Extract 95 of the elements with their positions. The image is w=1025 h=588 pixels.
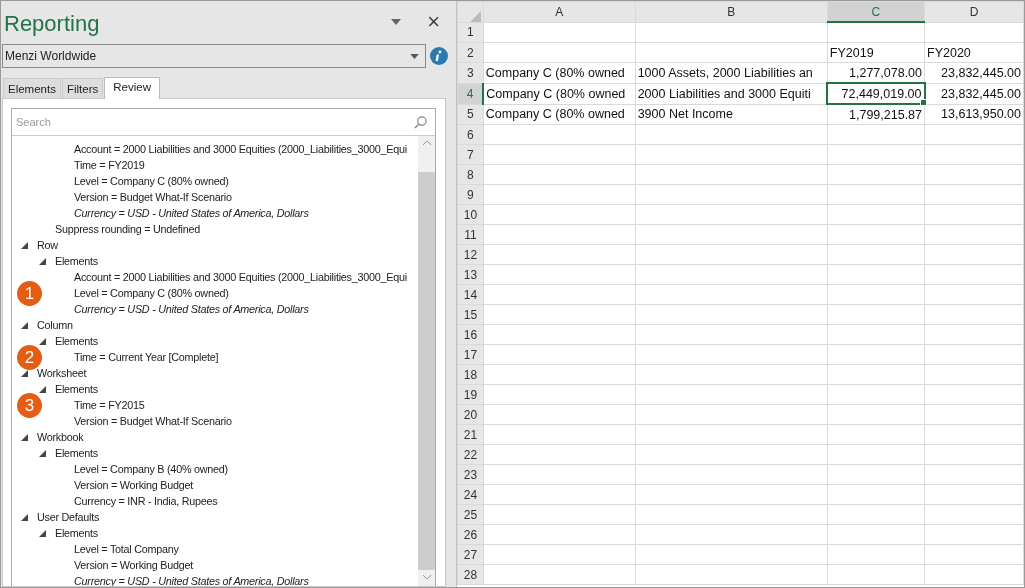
row-header[interactable]: 25 [457, 504, 484, 525]
table-cell[interactable]: Company C (80% owned [483, 104, 636, 125]
row-header[interactable]: 10 [457, 204, 484, 225]
tree-item[interactable]: Worksheet [37, 367, 87, 379]
tree-item[interactable]: Currency = USD - United States of America, Dollars [74, 303, 309, 315]
row-header[interactable]: 26 [457, 524, 484, 545]
tree-item[interactable]: Level = Company B (40% owned) [74, 463, 228, 475]
table-cell[interactable]: FY2019 [827, 42, 925, 63]
tree-item[interactable]: Version = Budget What-If Scenario [74, 191, 232, 203]
column-header[interactable]: C [827, 1, 925, 22]
row-header[interactable]: 23 [457, 464, 484, 485]
tree-item[interactable]: Time = Current Year [Complete] [74, 351, 219, 363]
connection-dropdown[interactable]: Menzi Worldwide [2, 44, 427, 68]
tree-item[interactable]: Account = 2000 Liabilities and 3000 Equities (2000_Liabilities_3000_Equi [74, 271, 407, 283]
row-header[interactable]: 22 [457, 444, 484, 465]
table-cell[interactable]: Company C (80% owned [483, 83, 636, 104]
expanded-icon[interactable] [39, 449, 46, 457]
table-cell[interactable]: 1000 Assets, 2000 Liabilities an [635, 62, 828, 83]
tree-item[interactable]: Elements [55, 447, 98, 459]
row-header[interactable]: 16 [457, 324, 484, 345]
expanded-icon[interactable] [21, 369, 28, 377]
row-header[interactable]: 17 [457, 344, 484, 365]
row-header[interactable]: 28 [457, 564, 484, 585]
row-header[interactable]: 4 [457, 83, 484, 104]
column-header[interactable]: B [635, 1, 828, 22]
table-cell[interactable]: 23,832,445.00 [924, 62, 1024, 83]
row-header[interactable]: 11 [457, 224, 484, 245]
tab[interactable]: Filters [61, 78, 104, 98]
row-header[interactable]: 14 [457, 284, 484, 305]
table-cell[interactable]: 23,832,445.00 [924, 83, 1024, 104]
row-header[interactable]: 8 [457, 164, 484, 185]
tree-item[interactable]: Row [37, 239, 58, 251]
table-cell[interactable]: 72,449,019.00 [827, 83, 925, 104]
close-button[interactable]: × [427, 11, 440, 33]
tree-item[interactable]: Elements [55, 383, 98, 395]
row-header[interactable]: 12 [457, 244, 484, 265]
row-header[interactable]: 7 [457, 144, 484, 165]
tree-item[interactable]: Time = FY2015 [74, 399, 145, 411]
row-header[interactable]: 15 [457, 304, 484, 325]
row-header[interactable]: 3 [457, 62, 484, 83]
expanded-icon[interactable] [21, 433, 28, 441]
expanded-icon[interactable] [21, 513, 28, 521]
callout-badge: 2 [17, 345, 42, 370]
row-header[interactable]: 2 [457, 42, 484, 63]
row-header[interactable]: 19 [457, 384, 484, 405]
table-cell[interactable]: 13,613,950.00 [924, 104, 1024, 125]
tab[interactable]: Review [104, 77, 160, 99]
info-icon[interactable] [430, 47, 448, 65]
callout-badge: 3 [17, 393, 42, 418]
caret-icon[interactable] [410, 53, 420, 59]
column-header[interactable]: A [483, 1, 636, 22]
tab[interactable]: Elements [3, 78, 61, 98]
row-header[interactable]: 9 [457, 184, 484, 205]
row-header[interactable]: 20 [457, 404, 484, 425]
row-header[interactable]: 18 [457, 364, 484, 385]
tree-item[interactable]: Workbook [37, 431, 84, 443]
table-cell[interactable]: Company C (80% owned [483, 62, 636, 83]
tree-item[interactable]: Elements [55, 255, 98, 267]
expanded-icon[interactable] [21, 241, 28, 249]
row-header[interactable]: 21 [457, 424, 484, 445]
row-header[interactable]: 13 [457, 264, 484, 285]
callout-badge: 1 [17, 281, 42, 306]
table-cell[interactable]: 3900 Net Income [635, 104, 828, 125]
tree-item[interactable]: Version = Working Budget [74, 479, 193, 491]
search-icon [414, 116, 427, 129]
tree-item[interactable]: Level = Company C (80% owned) [74, 175, 229, 187]
tree-item[interactable]: Suppress rounding = Undefined [55, 223, 200, 235]
tree-item[interactable]: Level = Company C (80% owned) [74, 287, 229, 299]
row-header[interactable]: 1 [457, 22, 484, 43]
expanded-icon[interactable] [21, 321, 28, 329]
tree-item[interactable]: User Defaults [37, 511, 100, 523]
column-header[interactable]: D [924, 1, 1024, 22]
row-header[interactable]: 27 [457, 544, 484, 565]
tree-item[interactable]: Column [37, 319, 73, 331]
row-header[interactable]: 5 [457, 104, 484, 125]
tree-item[interactable]: Elements [55, 335, 98, 347]
pane-title: Reporting [4, 10, 101, 37]
expanded-icon[interactable] [39, 257, 46, 265]
tree-item[interactable]: Version = Working Budget [74, 559, 193, 571]
tree-item[interactable]: Currency = INR - India, Rupees [74, 495, 218, 507]
fill-handle[interactable] [919, 99, 927, 106]
tree-item[interactable]: Version = Budget What-If Scenario [74, 415, 232, 427]
expanded-icon[interactable] [39, 337, 46, 345]
tree-item[interactable]: Time = FY2019 [74, 159, 145, 171]
tree-item[interactable]: Level = Total Company [74, 543, 179, 555]
tree-item[interactable]: Account = 2000 Liabilities and 3000 Equities (2000_Liabilities_3000_Equi [74, 143, 407, 155]
tree-item[interactable]: Elements [55, 527, 98, 539]
table-cell[interactable]: 1,799,215.87 [827, 104, 925, 125]
caret-icon[interactable] [391, 19, 402, 25]
tree-item[interactable]: Currency = USD - United States of America, Dollars [74, 207, 309, 219]
expanded-icon[interactable] [39, 385, 46, 393]
table-cell[interactable]: FY2020 [924, 42, 1024, 63]
expanded-icon[interactable] [39, 529, 46, 537]
row-header[interactable]: 24 [457, 484, 484, 505]
row-header[interactable]: 6 [457, 124, 484, 145]
